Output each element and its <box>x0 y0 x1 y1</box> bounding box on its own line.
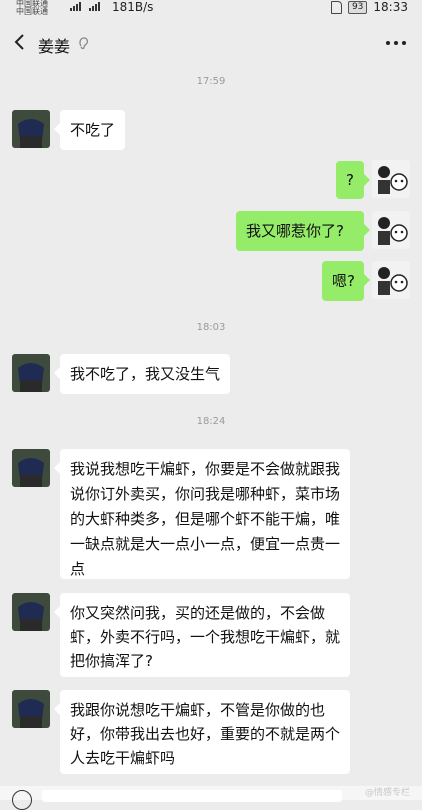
timestamp: 17:59 <box>196 76 226 87</box>
contact-avatar[interactable] <box>12 354 50 392</box>
timestamp: 18:03 <box>196 322 226 333</box>
battery-indicator: 93 <box>347 0 368 14</box>
message-bubble-incoming[interactable]: 我不吃了，我又没生气 <box>53 354 231 394</box>
watermark: @情感专栏 <box>364 788 410 798</box>
message-bubble-outgoing[interactable]: 嗯? <box>322 261 370 301</box>
message-input[interactable] <box>42 790 342 802</box>
message-bubble-outgoing[interactable]: ? <box>336 161 370 199</box>
user-avatar[interactable] <box>372 261 410 299</box>
status-bar: 中国联通 中国联通 181B/s 93 18:33 <box>0 0 422 20</box>
ear-icon <box>79 37 89 50</box>
carrier-info: 中国联通 中国联通 <box>16 0 48 16</box>
message-bubble-incoming[interactable]: 我说我想吃干煸虾，你要是不会做就跟我说你订外卖买，你问我是哪种虾，菜市场的大虾种… <box>54 449 350 579</box>
chat-area[interactable]: 17:59 不吃了 ? 我又哪惹你了? 嗯? 18:03 我不吃了，我又没生气 … <box>0 68 422 800</box>
chat-header: 姜姜 <box>0 22 422 64</box>
chat-title: 姜姜 <box>38 37 71 56</box>
timestamp: 18:24 <box>196 416 226 427</box>
message-bubble-outgoing[interactable]: 我又哪惹你了? <box>236 211 370 251</box>
message-bubble-incoming[interactable]: 不吃了 <box>53 110 126 150</box>
contact-avatar[interactable] <box>12 690 50 728</box>
user-avatar[interactable] <box>372 160 410 198</box>
network-speed: 181B/s <box>112 0 154 14</box>
contact-avatar[interactable] <box>12 593 50 631</box>
user-avatar[interactable] <box>372 211 410 249</box>
contact-avatar[interactable] <box>12 110 50 148</box>
message-bubble-incoming[interactable]: 我跟你说想吃干煸虾，不管是你做的也好，你带我出去也好，重要的不就是两个人去吃干煸… <box>54 690 350 774</box>
voice-icon[interactable] <box>12 790 32 810</box>
clock: 18:33 <box>373 0 408 14</box>
chevron-left-icon[interactable] <box>10 32 30 52</box>
more-horizontal-icon[interactable] <box>384 34 408 52</box>
sim-icon <box>330 0 342 14</box>
message-bubble-incoming[interactable]: 你又突然问我，买的还是做的，不会做虾，外卖不行吗，一个我想吃干煸虾，就把你搞浑了… <box>54 593 350 677</box>
input-bar: @情感专栏 <box>0 786 422 810</box>
signal-icon <box>70 2 100 11</box>
carrier-line-2: 中国联通 <box>16 7 48 16</box>
contact-avatar[interactable] <box>12 449 50 487</box>
